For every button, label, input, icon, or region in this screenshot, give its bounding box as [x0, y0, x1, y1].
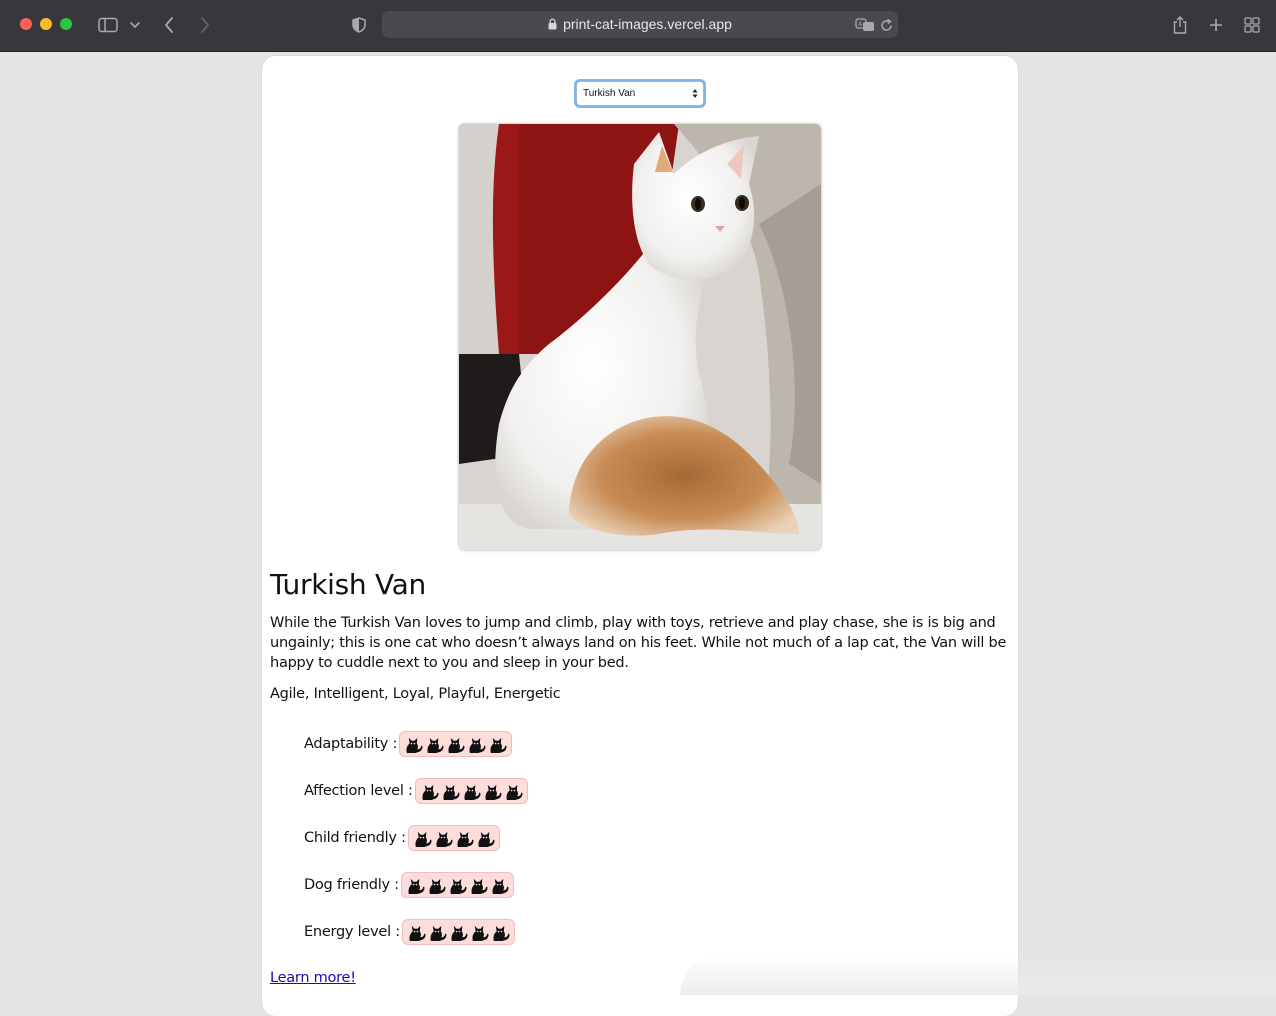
- cat-rating-icon: [407, 923, 426, 942]
- privacy-shield-icon[interactable]: [350, 12, 368, 38]
- browser-toolbar: print-cat-images.vercel.app A: [0, 0, 1276, 52]
- share-icon[interactable]: [1170, 12, 1190, 38]
- cat-rating-icon: [470, 923, 489, 942]
- rating-badge: [400, 872, 514, 898]
- stat-dog-friendly: Dog friendly :: [304, 872, 528, 919]
- stat-label: Energy level :: [304, 924, 400, 940]
- cat-rating-icon: [428, 923, 447, 942]
- stat-child-friendly: Child friendly :: [304, 825, 528, 872]
- minimize-window-button[interactable]: [40, 18, 52, 30]
- breed-stats-list: Adaptability : Affection level : Child f…: [304, 731, 528, 966]
- cat-rating-icon: [446, 735, 465, 754]
- stat-label: Dog friendly :: [304, 877, 399, 893]
- lock-icon: [548, 18, 557, 30]
- cat-rating-icon: [427, 876, 446, 895]
- select-arrows-icon: [692, 89, 698, 98]
- rating-badge: [399, 731, 513, 757]
- forward-arrow-icon[interactable]: [196, 12, 214, 38]
- rating-badge: [407, 825, 500, 851]
- cat-rating-icon: [406, 876, 425, 895]
- breed-description: While the Turkish Van loves to jump and …: [270, 615, 1007, 671]
- translate-icon[interactable]: A: [854, 15, 876, 35]
- stat-affection-level: Affection level :: [304, 778, 528, 825]
- stat-adaptability: Adaptability :: [304, 731, 528, 778]
- stat-label: Affection level :: [304, 783, 413, 799]
- breed-select-value: Turkish Van: [583, 88, 636, 99]
- address-bar[interactable]: print-cat-images.vercel.app A: [382, 11, 898, 38]
- cat-rating-icon: [467, 735, 486, 754]
- stat-label: Child friendly :: [304, 830, 406, 846]
- back-arrow-icon[interactable]: [160, 12, 178, 38]
- reload-icon[interactable]: [878, 15, 894, 35]
- cat-rating-icon: [441, 782, 460, 801]
- cat-rating-icon: [488, 735, 507, 754]
- cat-rating-icon: [425, 735, 444, 754]
- url-text: print-cat-images.vercel.app: [563, 16, 732, 32]
- breed-select[interactable]: Turkish Van: [576, 81, 704, 106]
- cat-rating-icon: [490, 876, 509, 895]
- tab-overview-icon[interactable]: [1242, 12, 1262, 38]
- cat-rating-icon: [434, 829, 453, 848]
- cat-rating-icon: [469, 876, 488, 895]
- cat-rating-icon: [476, 829, 495, 848]
- rating-badge: [414, 778, 528, 804]
- cat-rating-icon: [455, 829, 474, 848]
- cat-rating-icon: [449, 923, 468, 942]
- cat-photo: [459, 124, 821, 550]
- rating-badge: [401, 919, 515, 945]
- svg-text:A: A: [858, 21, 863, 28]
- cat-rating-icon: [448, 876, 467, 895]
- learn-more-link[interactable]: Learn more!: [270, 970, 356, 986]
- cat-rating-icon: [404, 735, 423, 754]
- page-bottom-edge: [680, 955, 1276, 995]
- cat-rating-icon: [462, 782, 481, 801]
- new-tab-icon[interactable]: [1206, 12, 1226, 38]
- sidebar-toggle-icon[interactable]: [96, 12, 120, 38]
- breed-temperament: Agile, Intelligent, Loyal, Playful, Ener…: [270, 686, 561, 702]
- chevron-down-icon[interactable]: [128, 12, 142, 38]
- zoom-window-button[interactable]: [60, 18, 72, 30]
- cat-rating-icon: [483, 782, 502, 801]
- cat-rating-icon: [413, 829, 432, 848]
- cat-rating-icon: [504, 782, 523, 801]
- stat-energy-level: Energy level :: [304, 919, 528, 966]
- cat-rating-icon: [491, 923, 510, 942]
- breed-name-heading: Turkish Van: [270, 568, 426, 601]
- stat-label: Adaptability :: [304, 736, 398, 752]
- cat-rating-icon: [420, 782, 439, 801]
- close-window-button[interactable]: [20, 18, 32, 30]
